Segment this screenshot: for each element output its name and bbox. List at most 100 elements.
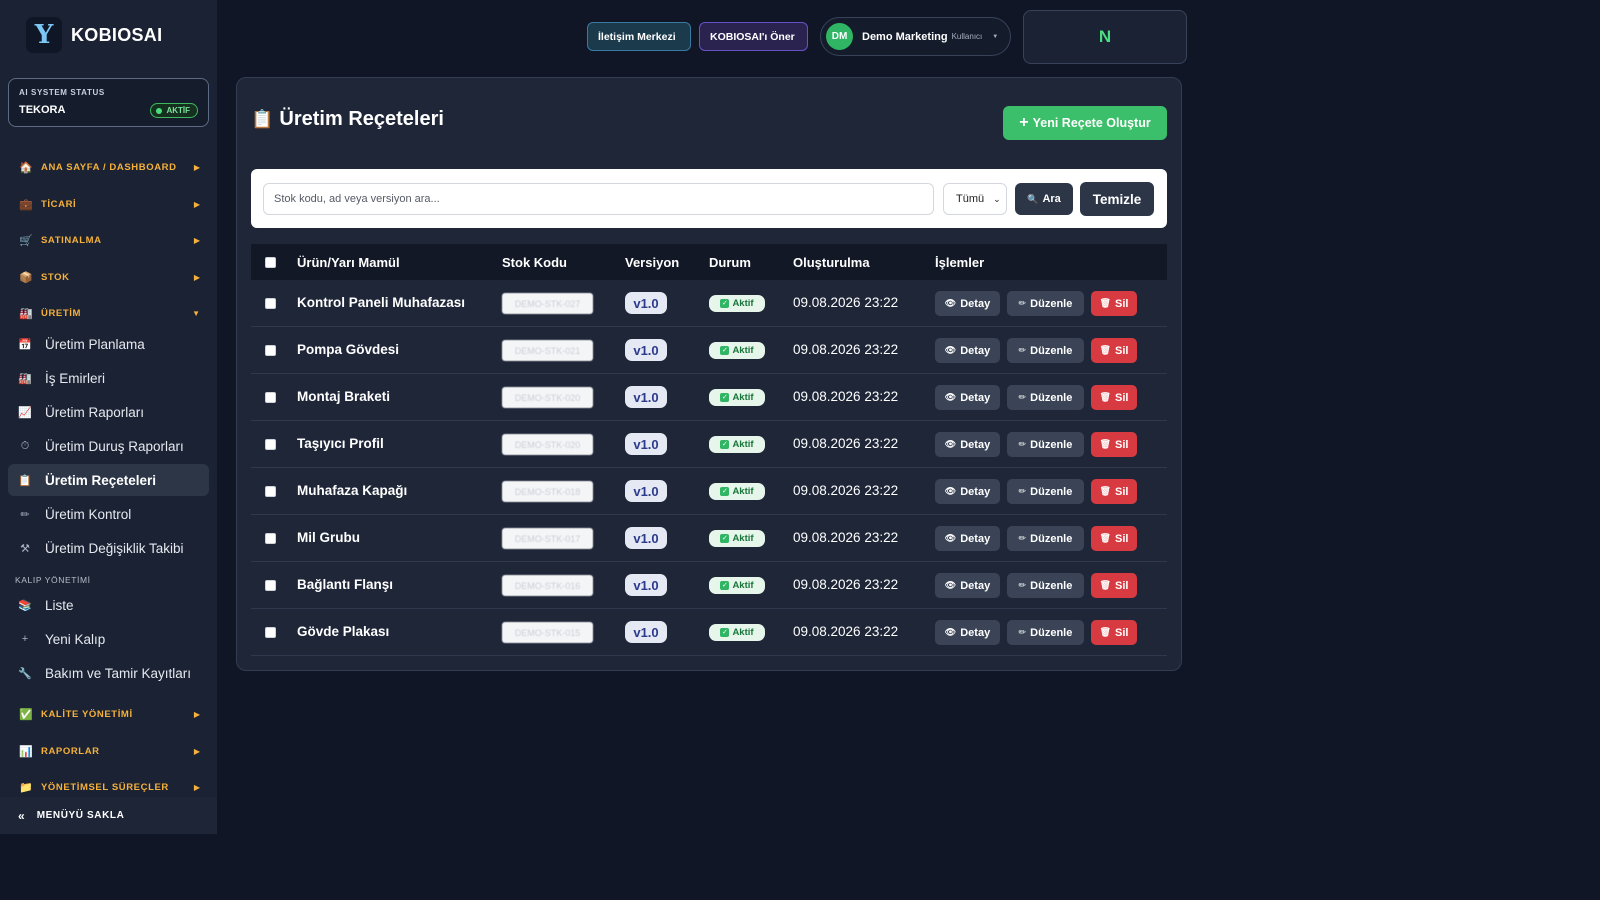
edit-button[interactable]: ✏ Düzenle xyxy=(1007,432,1084,457)
sidebar-section-yonetimsel[interactable]: 📁 YÖNETİMSEL SÜREÇLER ▶ xyxy=(19,778,200,796)
sidebar-item-uretim-kontrol[interactable]: ✏ Üretim Kontrol xyxy=(8,498,209,530)
chevron-right-icon: ▶ xyxy=(193,709,200,719)
n-widget[interactable]: N xyxy=(1023,10,1187,64)
status-label: Aktif xyxy=(732,392,754,403)
check-icon: ✓ xyxy=(720,581,730,590)
detail-button[interactable]: 👁 Detay xyxy=(935,432,1000,457)
sidebar-item-uretim-receteleri[interactable]: 📋 Üretim Reçeteleri xyxy=(8,464,209,496)
sidebar-section-ticari[interactable]: 💼 TİCARİ ▶ xyxy=(19,195,200,213)
delete-button[interactable]: 🗑 Sil xyxy=(1091,291,1137,316)
clipboard-icon: 📋 xyxy=(18,474,32,487)
detail-button[interactable]: 👁 Detay xyxy=(935,620,1000,645)
table-row: Montaj Braketi DEMO-STK-020 v1.0 ✓ Aktif… xyxy=(251,374,1167,421)
row-checkbox[interactable] xyxy=(265,392,276,403)
column-header-stock-code: Stok Kodu xyxy=(502,254,567,270)
stock-code: DEMO-STK-021 xyxy=(502,340,593,361)
detail-label: Detay xyxy=(960,438,991,451)
stock-code: DEMO-STK-020 xyxy=(502,434,593,455)
status-label: Aktif xyxy=(732,439,754,450)
created-date: 09.08.2026 23:22 xyxy=(793,577,899,592)
edit-button[interactable]: ✏ Düzenle xyxy=(1007,385,1084,410)
sidebar-section-label: STOK xyxy=(41,271,70,283)
sidebar-item-kalip-liste[interactable]: 📚 Liste xyxy=(8,589,209,621)
row-checkbox[interactable] xyxy=(265,533,276,544)
sidebar-item-label: Üretim Raporları xyxy=(45,404,145,420)
brand-logo[interactable]: Y KOBIOSAI xyxy=(26,17,162,53)
edit-button[interactable]: ✏ Düzenle xyxy=(1007,526,1084,551)
table-row: Kontrol Paneli Muhafazası DEMO-STK-027 v… xyxy=(251,280,1167,327)
stack-icon: 📚 xyxy=(18,599,32,612)
detail-button[interactable]: 👁 Detay xyxy=(935,338,1000,363)
edit-label: Düzenle xyxy=(1030,391,1073,404)
contact-center-button[interactable]: İletişim Merkezi xyxy=(587,22,691,51)
delete-button[interactable]: 🗑 Sil xyxy=(1091,620,1137,645)
table-row: Muhafaza Kapağı DEMO-STK-018 v1.0 ✓ Akti… xyxy=(251,468,1167,515)
row-checkbox[interactable] xyxy=(265,486,276,497)
edit-button[interactable]: ✏ Düzenle xyxy=(1007,573,1084,598)
sidebar-section-dashboard[interactable]: 🏠 ANA SAYFA / DASHBOARD ▶ xyxy=(19,158,200,176)
row-checkbox[interactable] xyxy=(265,439,276,450)
delete-button[interactable]: 🗑 Sil xyxy=(1091,338,1137,363)
edit-label: Düzenle xyxy=(1030,344,1073,357)
search-input[interactable] xyxy=(263,183,934,215)
user-role: Kullanıcı xyxy=(951,32,983,41)
new-recipe-button[interactable]: + Yeni Reçete Oluştur xyxy=(1003,106,1167,140)
delete-button[interactable]: 🗑 Sil xyxy=(1091,479,1137,504)
delete-button[interactable]: 🗑 Sil xyxy=(1091,573,1137,598)
select-all-checkbox[interactable] xyxy=(265,257,276,268)
detail-button[interactable]: 👁 Detay xyxy=(935,526,1000,551)
detail-button[interactable]: 👁 Detay xyxy=(935,385,1000,410)
user-menu[interactable]: DM Demo Marketing Kullanıcı ▼ xyxy=(820,17,1011,56)
pencil-icon: ✏ xyxy=(1018,439,1027,449)
sidebar-item-uretim-planlama[interactable]: 📅 Üretim Planlama xyxy=(8,328,209,360)
sidebar-item-uretim-raporlari[interactable]: 📈 Üretim Raporları xyxy=(8,396,209,428)
product-name: Mil Grubu xyxy=(297,530,360,545)
sidebar-section-raporlar[interactable]: 📊 RAPORLAR ▶ xyxy=(19,742,200,760)
version-badge: v1.0 xyxy=(625,433,667,455)
detail-button[interactable]: 👁 Detay xyxy=(935,479,1000,504)
delete-button[interactable]: 🗑 Sil xyxy=(1091,385,1137,410)
stock-code: DEMO-STK-015 xyxy=(502,622,593,643)
delete-label: Sil xyxy=(1114,344,1129,357)
recommend-button[interactable]: KOBIOSAI'ı Öner xyxy=(699,22,808,51)
sidebar-section-satinalma[interactable]: 🛒 SATINALMA ▶ xyxy=(19,231,200,249)
edit-label: Düzenle xyxy=(1030,485,1073,498)
trash-icon: 🗑 xyxy=(1099,486,1111,496)
edit-button[interactable]: ✏ Düzenle xyxy=(1007,338,1084,363)
created-date: 09.08.2026 23:22 xyxy=(793,389,899,404)
row-checkbox[interactable] xyxy=(265,298,276,309)
sidebar-item-bakim-tamir[interactable]: 🔧 Bakım ve Tamir Kayıtları xyxy=(8,657,209,689)
detail-label: Detay xyxy=(960,626,991,639)
edit-button[interactable]: ✏ Düzenle xyxy=(1007,479,1084,504)
clipboard-icon: 📋 xyxy=(251,109,274,129)
detail-button[interactable]: 👁 Detay xyxy=(935,573,1000,598)
product-name: Montaj Braketi xyxy=(297,389,391,404)
detail-button[interactable]: 👁 Detay xyxy=(935,291,1000,316)
search-button[interactable]: 🔍 Ara xyxy=(1015,183,1073,215)
sidebar-item-is-emirleri[interactable]: 🏭 İş Emirleri xyxy=(8,362,209,394)
calendar-icon: 📅 xyxy=(18,338,32,351)
row-checkbox[interactable] xyxy=(265,345,276,356)
sidebar-item-degisiklik-takibi[interactable]: ⚒ Üretim Değişiklik Takibi xyxy=(8,532,209,564)
edit-button[interactable]: ✏ Düzenle xyxy=(1007,620,1084,645)
sidebar-item-yeni-kalip[interactable]: + Yeni Kalıp xyxy=(8,623,209,655)
clear-button[interactable]: Temizle xyxy=(1080,182,1154,216)
sidebar-section-uretim[interactable]: 🏭 ÜRETİM ▼ xyxy=(19,304,200,322)
stopwatch-icon: ⏱ xyxy=(20,439,30,452)
row-checkbox[interactable] xyxy=(265,580,276,591)
mold-group-caption: KALIP YÖNETİMİ xyxy=(15,575,91,585)
delete-button[interactable]: 🗑 Sil xyxy=(1091,526,1137,551)
row-checkbox[interactable] xyxy=(265,627,276,638)
hide-menu-button[interactable]: « MENÜYÜ SAKLA xyxy=(0,797,217,834)
chevron-right-icon: ▶ xyxy=(193,199,200,209)
edit-button[interactable]: ✏ Düzenle xyxy=(1007,291,1084,316)
chevron-right-icon: ▶ xyxy=(193,746,200,756)
delete-button[interactable]: 🗑 Sil xyxy=(1091,432,1137,457)
chevron-right-icon: ▶ xyxy=(193,272,200,282)
status-filter-select[interactable]: Tümü ⌄ xyxy=(943,183,1007,215)
version-badge: v1.0 xyxy=(625,621,667,643)
eye-icon: 👁 xyxy=(944,580,957,590)
sidebar-section-kalite[interactable]: ✅ KALİTE YÖNETİMİ ▶ xyxy=(19,705,200,723)
sidebar-item-durus-raporlari[interactable]: ⏱ Üretim Duruş Raporları xyxy=(8,430,209,462)
sidebar-section-stok[interactable]: 📦 STOK ▶ xyxy=(19,268,200,286)
